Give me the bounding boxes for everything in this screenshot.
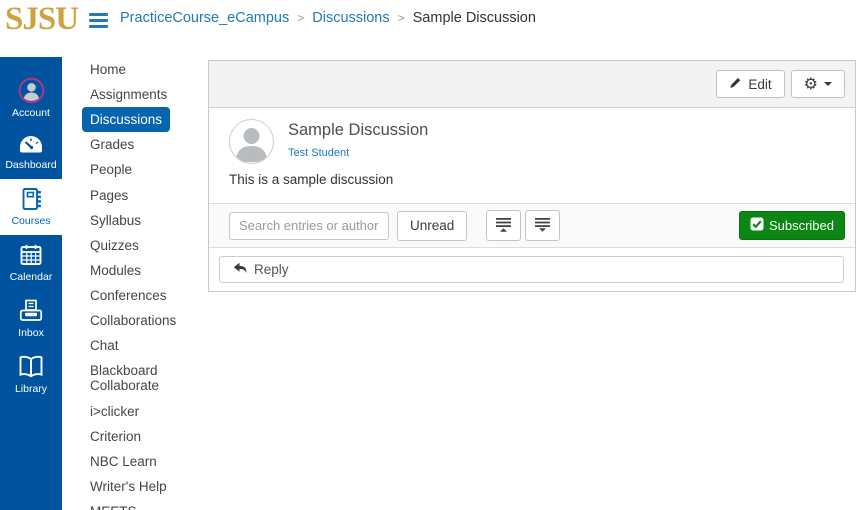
global-nav: Account Dashboard Courses Calendar Inbox Libr… [0, 57, 62, 510]
gear-icon: ⚙ [804, 76, 818, 92]
global-nav-label: Calendar [10, 271, 53, 283]
course-nav-item-assignments[interactable]: Assignments [82, 82, 194, 107]
discussion-entry: Sample Discussion Test Student This is a… [209, 108, 855, 204]
top-bar: SJSU PracticeCourse_eCampus > Discussions >… [0, 0, 858, 57]
course-nav-item-writer-s-help[interactable]: Writer's Help [82, 474, 194, 499]
breadcrumb-separator-icon: > [297, 11, 304, 25]
course-nav-item-discussions[interactable]: Discussions [82, 107, 170, 132]
canvas-app: SJSU PracticeCourse_eCampus > Discussions >… [0, 0, 858, 510]
course-nav-item-pages[interactable]: Pages [82, 183, 194, 208]
discussion-panel: Edit ⚙ Sample Discussion Test Student Th… [208, 60, 856, 292]
breadcrumb-item: Sample Discussion [413, 10, 536, 26]
global-nav-item-calendar[interactable]: Calendar [0, 235, 62, 291]
collapse-replies-button[interactable] [486, 210, 521, 241]
course-nav-item-conferences[interactable]: Conferences [82, 283, 194, 308]
breadcrumb-item[interactable]: Discussions [312, 10, 389, 26]
reply-button[interactable]: Reply [219, 256, 844, 283]
edit-button[interactable]: Edit [716, 70, 784, 98]
course-nav: HomeAssignmentsDiscussionsGradesPeoplePa… [62, 57, 208, 510]
sjsu-logo[interactable]: SJSU [5, 1, 78, 38]
course-nav-item-chat[interactable]: Chat [82, 333, 194, 358]
reply-label: Reply [254, 262, 289, 277]
course-nav-item-i-clicker[interactable]: i>clicker [82, 399, 194, 424]
expand-replies-icon [534, 216, 551, 236]
courses-icon [18, 186, 44, 212]
breadcrumb: PracticeCourse_eCampus > Discussions > Sampl… [120, 10, 536, 26]
course-nav-item-criterion[interactable]: Criterion [82, 424, 194, 449]
course-nav-item-nbc-learn[interactable]: NBC Learn [82, 449, 194, 474]
settings-button[interactable]: ⚙ [791, 70, 845, 98]
global-nav-label: Inbox [18, 327, 44, 339]
panel-header: Edit ⚙ [209, 61, 855, 108]
inbox-icon [18, 298, 44, 324]
reply-arrow-icon [233, 262, 247, 277]
course-nav-item-blackboard-collaborate[interactable]: Blackboard Collaborate [82, 358, 194, 398]
global-nav-item-inbox[interactable]: Inbox [0, 291, 62, 347]
author-link[interactable]: Test Student [288, 147, 349, 159]
breadcrumb-item[interactable]: PracticeCourse_eCampus [120, 10, 289, 26]
account-icon [18, 77, 45, 104]
course-nav-item-grades[interactable]: Grades [82, 132, 194, 157]
avatar[interactable] [229, 119, 274, 164]
discussion-title: Sample Discussion [288, 121, 428, 140]
global-nav-label: Library [15, 383, 47, 395]
course-nav-item-home[interactable]: Home [82, 57, 194, 82]
subscribed-label: Subscribed [769, 218, 834, 233]
course-nav-item-collaborations[interactable]: Collaborations [82, 308, 194, 333]
global-nav-label: Courses [11, 215, 50, 227]
expand-replies-button[interactable] [525, 210, 560, 241]
search-input[interactable] [229, 212, 389, 240]
caret-down-icon [824, 82, 832, 86]
dashboard-icon [18, 134, 44, 156]
breadcrumb-separator-icon: > [398, 11, 405, 25]
discussion-body: This is a sample discussion [229, 172, 393, 187]
pencil-icon [729, 76, 742, 92]
subscribed-button[interactable]: Subscribed [739, 211, 845, 240]
global-nav-item-library[interactable]: Library [0, 347, 62, 403]
entry-head: Sample Discussion Test Student [288, 121, 428, 161]
global-nav-item-dashboard[interactable]: Dashboard [0, 127, 62, 179]
course-nav-item-people[interactable]: People [82, 157, 194, 182]
discussion-toolbar: Unread [209, 204, 855, 248]
course-nav-item-modules[interactable]: Modules [82, 258, 194, 283]
unread-filter-button[interactable]: Unread [397, 211, 467, 241]
global-nav-item-account[interactable]: Account [0, 70, 62, 127]
course-nav-item-quizzes[interactable]: Quizzes [82, 233, 194, 258]
edit-button-label: Edit [748, 77, 771, 92]
calendar-icon [18, 242, 44, 268]
library-icon [17, 354, 45, 380]
global-nav-item-courses[interactable]: Courses [0, 179, 62, 235]
subscribed-check-icon [750, 217, 764, 234]
unread-label: Unread [410, 218, 454, 233]
course-nav-item-syllabus[interactable]: Syllabus [82, 208, 194, 233]
global-nav-label: Account [12, 107, 50, 119]
course-nav-item-meets[interactable]: MEETS [82, 499, 194, 510]
hamburger-icon[interactable] [89, 13, 109, 28]
global-nav-label: Dashboard [5, 159, 56, 171]
collapse-replies-icon [495, 216, 512, 236]
reply-section: Reply [209, 248, 855, 291]
